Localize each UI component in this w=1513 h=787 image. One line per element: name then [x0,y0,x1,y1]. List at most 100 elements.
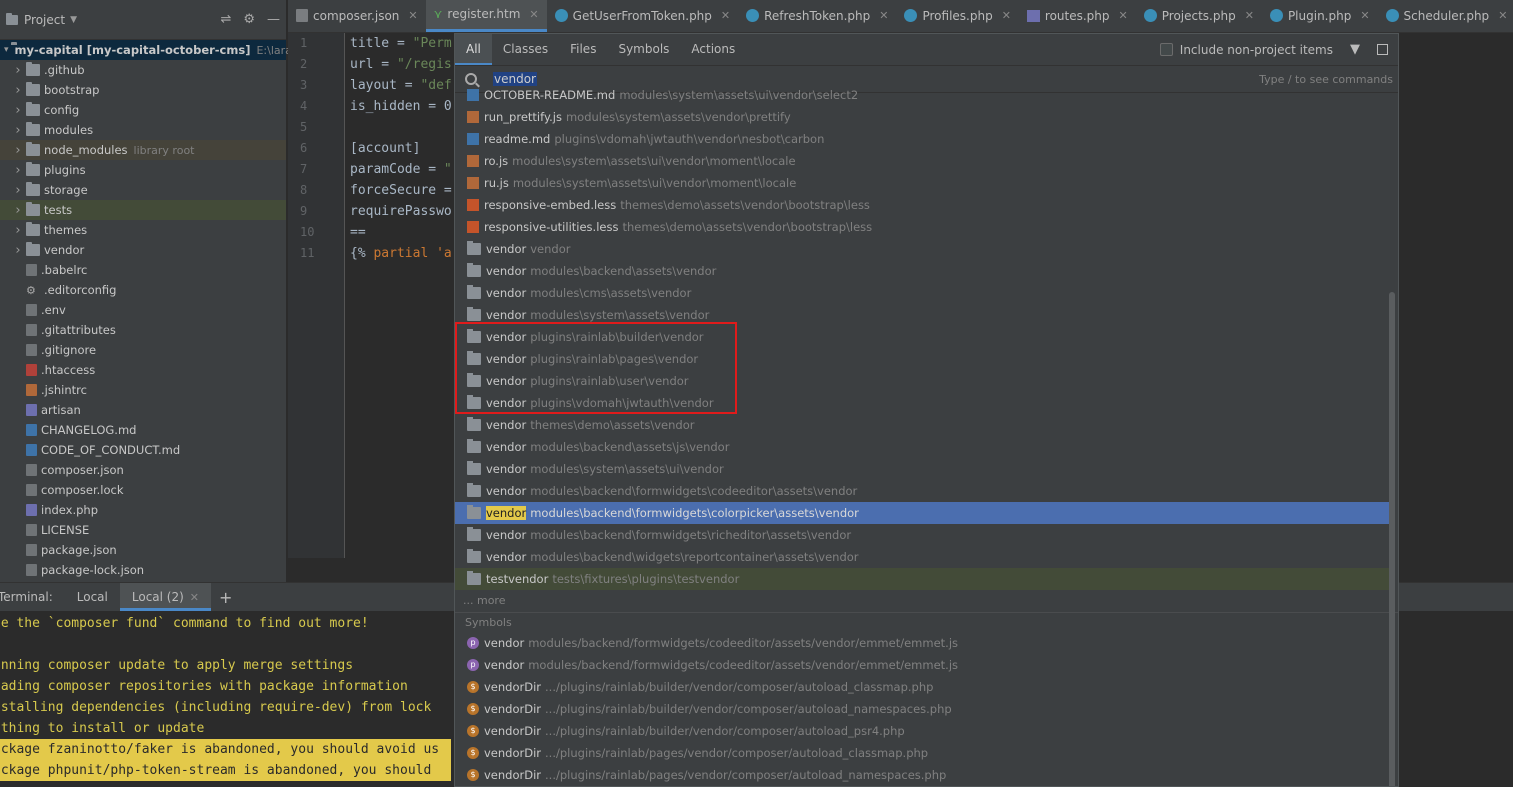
tree-item[interactable]: › .github [0,60,286,80]
code-line[interactable]: == [350,222,452,243]
file-result[interactable]: run_prettify.js modules\system\assets\ven… [455,106,1389,128]
terminal-tab-local[interactable]: Local [65,583,120,611]
search-tab-all[interactable]: All [455,34,492,65]
file-result[interactable]: vendor modules\backend\assets\vendor [455,260,1389,282]
tree-item[interactable]: index.php [0,500,286,520]
tree-item[interactable]: LICENSE [0,520,286,540]
file-result[interactable]: vendor themes\demo\assets\vendor [455,414,1389,436]
file-result[interactable]: OCTOBER-README.md modules\system\assets\u… [455,84,1389,106]
tree-item[interactable]: › bootstrap [0,80,286,100]
results-scrollbar[interactable] [1389,292,1395,786]
file-result[interactable]: vendor modules\backend\formwidgets\riched… [455,524,1389,546]
file-result[interactable]: vendor vendor [455,238,1389,260]
tree-item[interactable]: .env [0,300,286,320]
symbol-result[interactable]: p vendor modules/backend/formwidgets/codee… [455,632,1389,654]
more-results-link[interactable]: ... more [455,590,1398,612]
search-tab-actions[interactable]: Actions [680,34,746,65]
symbol-result[interactable]: $ vendorDir .../plugins/rainlab/builder/ve… [455,676,1389,698]
close-icon[interactable]: ✕ [1360,9,1369,22]
search-tab-symbols[interactable]: Symbols [607,34,680,65]
chevron-down-icon[interactable]: ▾ [4,45,9,55]
symbol-result[interactable]: p vendor modules/backend/formwidgets/codee… [455,654,1389,676]
file-result[interactable]: responsive-embed.less themes\demo\assets\… [455,194,1389,216]
tree-item[interactable]: .htaccess [0,360,286,380]
include-non-project-toggle[interactable]: Include non-project items ▼ [1159,42,1398,57]
tree-item[interactable]: .gitattributes [0,320,286,340]
file-result[interactable]: vendor modules\system\assets\ui\vendor [455,458,1389,480]
chevron-right-icon[interactable]: › [12,183,24,198]
file-result[interactable]: readme.md plugins\vdomah\jwtauth\vendor\n… [455,128,1389,150]
tree-item[interactable]: › node_modules library root [0,140,286,160]
file-result[interactable]: vendor modules\backend\widgets\reportcont… [455,546,1389,568]
editor-tab[interactable]: ⋎ register.htm ✕ [425,0,547,32]
file-result[interactable]: testvendor tests\fixtures\plugins\testven… [455,568,1389,590]
file-result[interactable]: vendor modules\backend\assets\js\vendor [455,436,1389,458]
close-icon[interactable]: ✕ [190,591,199,604]
chevron-right-icon[interactable]: › [12,243,24,258]
chevron-right-icon[interactable]: › [12,203,24,218]
chevron-right-icon[interactable]: › [12,163,24,178]
file-result[interactable]: ru.js modules\system\assets\ui\vendor\mom… [455,172,1389,194]
tree-item[interactable]: › config [0,100,286,120]
close-icon[interactable]: ✕ [1245,9,1254,22]
code-line[interactable]: title = "Perm [350,33,452,54]
project-title[interactable]: Project [24,13,65,27]
search-tab-classes[interactable]: Classes [492,34,559,65]
tree-item[interactable]: › tests [0,200,286,220]
symbol-result[interactable]: $ vendorDir .../plugins/rainlab/builder/ve… [455,698,1389,720]
tree-item[interactable]: ⚙ .editorconfig [0,280,286,300]
editor-tab[interactable]: Projects.php ✕ [1136,0,1262,32]
chevron-right-icon[interactable]: › [12,143,24,158]
file-result[interactable]: vendor modules\backend\formwidgets\colorp… [455,502,1389,524]
tree-item[interactable]: package-lock.json [0,560,286,580]
filter-icon[interactable]: ▼ [1350,42,1360,57]
close-icon[interactable]: ✕ [1498,9,1507,22]
editor-tab[interactable]: Scheduler.php ✕ [1378,0,1513,32]
minimize-icon[interactable]: — [267,12,280,27]
code-line[interactable]: is_hidden = 0 [350,96,452,117]
tree-item[interactable]: › vendor [0,240,286,260]
close-icon[interactable]: ✕ [408,9,417,22]
chevron-right-icon[interactable]: › [12,103,24,118]
symbol-result[interactable]: $ vendorDir .../plugins/rainlab/pages/vend… [455,742,1389,764]
chevron-right-icon[interactable]: › [12,123,24,138]
terminal-tab-local-2[interactable]: Local (2) ✕ [119,583,212,611]
chevron-down-icon[interactable]: ▼ [70,15,77,25]
code-line[interactable]: requirePasswo [350,201,452,222]
editor-tab[interactable]: Plugin.php ✕ [1262,0,1378,32]
code-line[interactable]: layout = "def [350,75,452,96]
code-line[interactable]: url = "/regis [350,54,452,75]
code-line[interactable]: paramCode = " [350,159,452,180]
add-terminal-icon[interactable]: + [211,588,240,607]
tree-item[interactable]: › modules [0,120,286,140]
tree-item[interactable]: › storage [0,180,286,200]
gear-icon[interactable]: ⚙ [243,12,255,27]
chevron-right-icon[interactable]: › [12,83,24,98]
symbol-result[interactable]: $ vendorDir .../plugins/rainlab/builder/ve… [455,720,1389,742]
tree-item[interactable]: artisan [0,400,286,420]
tree-item[interactable]: .babelrc [0,260,286,280]
file-result[interactable]: ro.js modules\system\assets\ui\vendor\mom… [455,150,1389,172]
editor-tab[interactable]: Profiles.php ✕ [896,0,1018,32]
code-line[interactable]: [account] [350,138,452,159]
close-icon[interactable]: ✕ [1119,9,1128,22]
editor-tab[interactable]: routes.php ✕ [1019,0,1136,32]
close-icon[interactable]: ✕ [879,9,888,22]
open-in-window-icon[interactable] [1377,44,1388,55]
search-tab-files[interactable]: Files [559,34,607,65]
tree-root[interactable]: ▾ my-capital [my-capital-october-cms] E:\la… [0,40,306,60]
collapse-all-icon[interactable]: ⇌ [220,12,231,27]
close-icon[interactable]: ✕ [721,9,730,22]
file-result[interactable]: responsive-utilities.less themes\demo\ass… [455,216,1389,238]
code-line[interactable]: {% partial 'a [350,243,452,264]
tree-item[interactable]: › themes [0,220,286,240]
chevron-right-icon[interactable]: › [12,223,24,238]
tree-item[interactable]: package.json [0,540,286,560]
file-result[interactable]: vendor modules\cms\assets\vendor [455,282,1389,304]
code-area[interactable]: title = "Perm url = "/regis layout = "def i… [350,33,452,264]
code-line[interactable]: forceSecure = [350,180,452,201]
close-icon[interactable]: ✕ [1002,9,1011,22]
tree-item[interactable]: composer.json [0,460,286,480]
editor-tab[interactable]: composer.json ✕ [288,0,426,32]
include-non-project-checkbox[interactable] [1159,43,1173,56]
